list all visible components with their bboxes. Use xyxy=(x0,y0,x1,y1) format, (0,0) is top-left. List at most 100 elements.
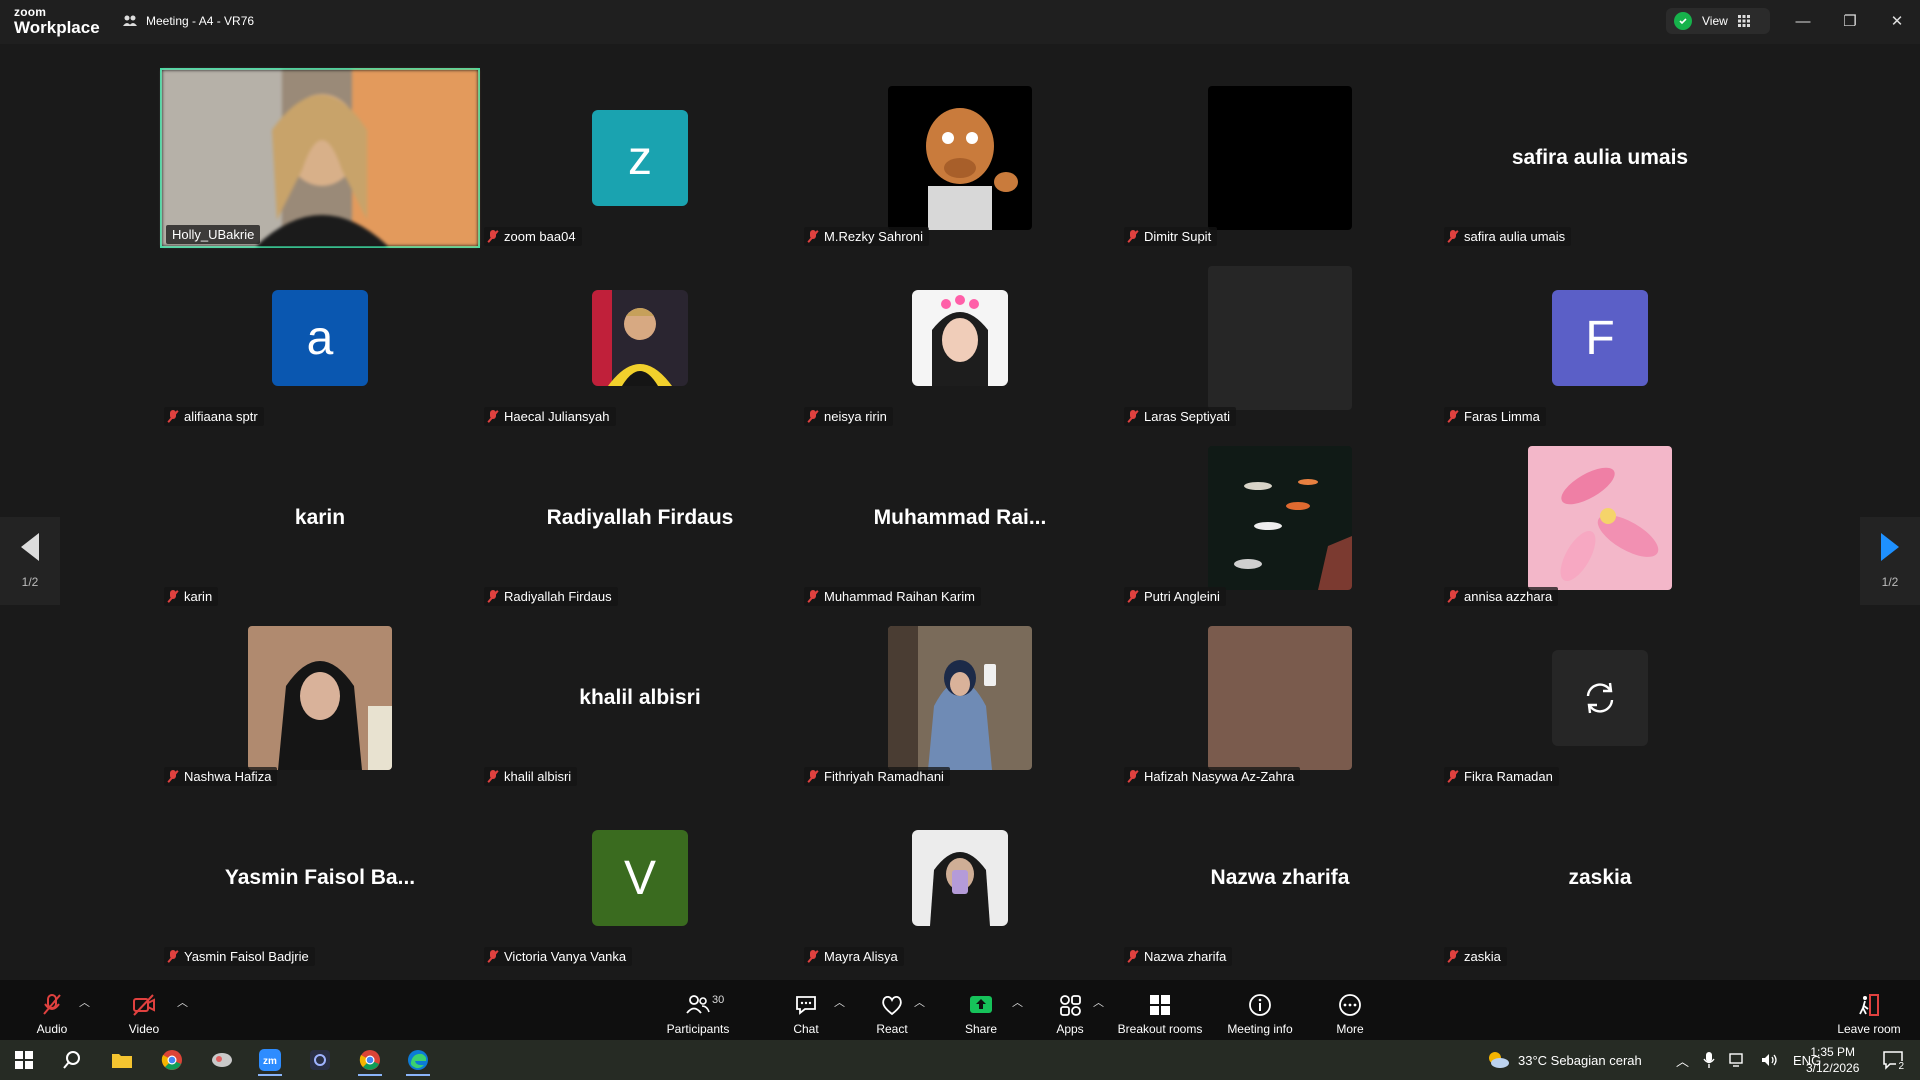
share-button[interactable]: Share xyxy=(960,986,1002,1036)
shield-icon xyxy=(1674,12,1692,30)
participant-name-label: Fikra Ramadan xyxy=(1444,767,1559,786)
share-options-caret[interactable]: ︿ xyxy=(1012,994,1023,1010)
avatar xyxy=(1208,86,1352,230)
participant-tile[interactable]: karin karin xyxy=(160,428,480,608)
audio-button[interactable]: Audio xyxy=(32,986,72,1036)
participant-video xyxy=(162,70,478,246)
participant-name-label: Putri Angleini xyxy=(1124,587,1226,606)
windows-start-icon[interactable] xyxy=(4,1044,44,1076)
minimize-icon[interactable]: — xyxy=(1780,8,1826,34)
react-options-caret[interactable]: ︿ xyxy=(914,994,925,1010)
participant-tile[interactable]: V Victoria Vanya Vanka xyxy=(480,788,800,968)
participant-tile[interactable]: Haecal Juliansyah xyxy=(480,248,800,428)
participant-tile[interactable]: safira aulia umais safira aulia umais xyxy=(1440,68,1760,248)
arrow-right-icon xyxy=(1881,533,1899,561)
restore-icon[interactable]: ❐ xyxy=(1827,8,1873,34)
video-button[interactable]: Video xyxy=(124,986,164,1036)
participant-name: Putri Angleini xyxy=(1144,589,1220,604)
participant-tile[interactable]: Nashwa Hafiza xyxy=(160,608,480,788)
participant-name-label: Fithriyah Ramadhani xyxy=(804,767,950,786)
mic-muted-icon xyxy=(43,994,61,1015)
edge-icon[interactable] xyxy=(398,1044,438,1076)
mic-muted-icon xyxy=(1448,230,1458,243)
notification-button[interactable]: 2 xyxy=(1876,1040,1910,1080)
share-screen-icon xyxy=(970,996,992,1013)
volume-icon[interactable] xyxy=(1761,1053,1779,1067)
next-page-button[interactable]: 1/2 xyxy=(1860,517,1920,605)
chrome-profile-icon[interactable] xyxy=(350,1044,390,1076)
chevron-up-icon[interactable]: ︿ xyxy=(1676,1051,1689,1070)
participant-tile[interactable]: Mayra Alisya xyxy=(800,788,1120,968)
more-button[interactable]: More xyxy=(1330,986,1370,1036)
participant-tile[interactable]: F Faras Limma xyxy=(1440,248,1760,428)
more-label: More xyxy=(1336,1022,1364,1036)
video-options-caret[interactable]: ︿ xyxy=(177,994,188,1010)
participant-tile[interactable]: Fithriyah Ramadhani xyxy=(800,608,1120,788)
chrome-icon[interactable] xyxy=(152,1044,192,1076)
participant-tile[interactable]: Putri Angleini xyxy=(1120,428,1440,608)
participant-tile[interactable]: Hafizah Nasywa Az-Zahra xyxy=(1120,608,1440,788)
mic-icon[interactable] xyxy=(1703,1052,1715,1068)
participant-display-name: zaskia xyxy=(1568,866,1632,889)
mic-muted-icon xyxy=(488,950,498,963)
apps-button[interactable]: Apps xyxy=(1050,986,1090,1036)
camera-app-icon[interactable] xyxy=(300,1044,340,1076)
mic-muted-icon xyxy=(1128,230,1138,243)
participant-name-label: M.Rezky Sahroni xyxy=(804,227,929,246)
participant-name: neisya ririn xyxy=(824,409,887,424)
chat-button[interactable]: Chat xyxy=(786,986,826,1036)
audio-options-caret[interactable]: ︿ xyxy=(79,994,90,1010)
participant-tile[interactable]: z zoom baa04 xyxy=(480,68,800,248)
participant-display-name: Yasmin Faisol Ba... xyxy=(224,866,416,889)
avatar xyxy=(1528,446,1672,590)
mic-muted-icon xyxy=(808,590,818,603)
breakout-rooms-button[interactable]: Breakout rooms xyxy=(1116,986,1204,1036)
participant-tile[interactable]: Radiyallah Firdaus Radiyallah Firdaus xyxy=(480,428,800,608)
app-icon[interactable] xyxy=(202,1044,242,1076)
participant-name: safira aulia umais xyxy=(1464,229,1566,244)
chat-options-caret[interactable]: ︿ xyxy=(834,994,845,1010)
participant-name-label: annisa azzhara xyxy=(1444,587,1559,606)
avatar-letter: a xyxy=(306,311,334,365)
mic-muted-icon xyxy=(488,410,498,423)
info-icon xyxy=(1249,994,1271,1016)
video-label: Video xyxy=(128,1022,160,1036)
clock[interactable]: 1:35 PM 3/12/2026 xyxy=(1806,1040,1859,1080)
participant-tile[interactable]: M.Rezky Sahroni xyxy=(800,68,1120,248)
participant-tile[interactable]: Holly_UBakrie xyxy=(160,68,480,248)
search-icon[interactable] xyxy=(52,1044,92,1076)
zoom-logo: zoom Workplace xyxy=(14,6,100,36)
meeting-info-button[interactable]: Meeting info xyxy=(1222,986,1298,1036)
participant-tile[interactable]: zaskia zaskia xyxy=(1440,788,1760,968)
participant-tile[interactable]: khalil albisri khalil albisri xyxy=(480,608,800,788)
close-icon[interactable]: ✕ xyxy=(1874,8,1920,34)
avatar: F xyxy=(1552,290,1648,386)
file-explorer-icon[interactable] xyxy=(102,1044,142,1076)
participant-name: karin xyxy=(184,589,213,604)
participant-tile[interactable]: Muhammad Rai... Muhammad Raihan Karim xyxy=(800,428,1120,608)
participant-display-name: safira aulia umais xyxy=(1511,146,1689,169)
apps-options-caret[interactable]: ︿ xyxy=(1093,994,1104,1010)
mic-muted-icon xyxy=(168,950,178,963)
participant-name-label: Yasmin Faisol Badjrie xyxy=(164,947,315,966)
participant-display-name: khalil albisri xyxy=(579,686,701,709)
react-button[interactable]: React xyxy=(872,986,912,1036)
meeting-toolbar: Audio ︿ Video ︿ Participants 30 Chat ︿ R… xyxy=(0,980,1920,1040)
participant-tile[interactable]: Laras Septiyati xyxy=(1120,248,1440,428)
participant-tile[interactable]: annisa azzhara xyxy=(1440,428,1760,608)
participant-name-label: Muhammad Raihan Karim xyxy=(804,587,982,606)
leave-room-button[interactable]: Leave room xyxy=(1836,986,1902,1036)
participant-tile[interactable]: Nazwa zharifa Nazwa zharifa xyxy=(1120,788,1440,968)
participant-tile[interactable]: Yasmin Faisol Ba... Yasmin Faisol Badjrie xyxy=(160,788,480,968)
participant-tile[interactable]: Fikra Ramadan xyxy=(1440,608,1760,788)
participant-tile[interactable]: Dimitr Supit xyxy=(1120,68,1440,248)
view-button[interactable]: View xyxy=(1666,8,1770,34)
network-icon[interactable] xyxy=(1729,1053,1747,1067)
prev-page-button[interactable]: 1/2 xyxy=(0,517,60,605)
participant-tile[interactable]: neisya ririn xyxy=(800,248,1120,428)
participants-button[interactable]: Participants xyxy=(660,986,736,1036)
zoom-taskbar-icon[interactable]: zm xyxy=(250,1044,290,1076)
meeting-title[interactable]: Meeting - A4 - VR76 xyxy=(122,13,254,29)
participant-tile[interactable]: a alifiaana sptr xyxy=(160,248,480,428)
weather-widget[interactable]: 33°C Sebagian cerah xyxy=(1486,1040,1642,1080)
